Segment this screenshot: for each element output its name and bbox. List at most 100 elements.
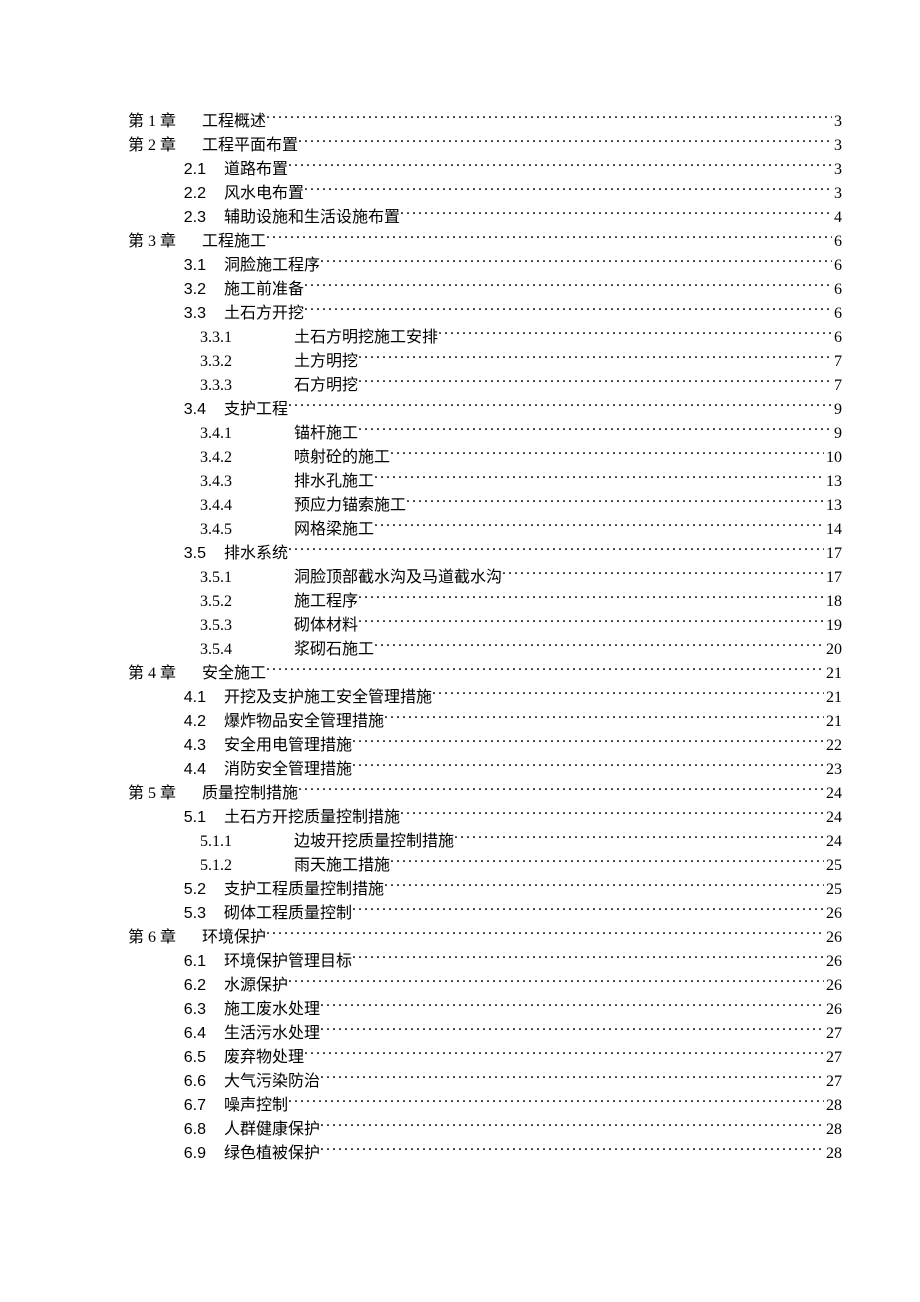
toc-entry-title: 土石方开挖质量控制措施 <box>224 806 400 830</box>
toc-leader-dots <box>358 350 832 366</box>
toc-leader-dots <box>502 566 824 582</box>
toc-entry-title: 预应力锚索施工 <box>294 494 406 518</box>
toc-entry-label: 2.1道路布置 <box>168 158 288 182</box>
toc-entry-label: 3.3.2土方明挖 <box>200 350 358 374</box>
toc-entry-page: 27 <box>824 1046 842 1070</box>
toc-entry: 第 1 章工程概述 3 <box>78 110 842 134</box>
toc-entry-label: 3.5排水系统 <box>168 542 288 566</box>
toc-entry-page: 26 <box>824 902 842 926</box>
toc-entry-title: 工程平面布置 <box>202 134 298 158</box>
toc-leader-dots <box>304 302 832 318</box>
toc-entry-number: 3.1 <box>168 254 224 278</box>
toc-leader-dots <box>304 1046 824 1062</box>
toc-entry-number: 3.3.2 <box>200 350 294 374</box>
toc-entry-title: 废弃物处理 <box>224 1046 304 1070</box>
toc-leader-dots <box>320 998 824 1014</box>
toc-entry-title: 噪声控制 <box>224 1094 288 1118</box>
toc-leader-dots <box>320 1022 824 1038</box>
toc-entry: 3.5.4浆砌石施工 20 <box>78 638 842 662</box>
toc-entry-page: 13 <box>824 494 842 518</box>
toc-entry-label: 4.4消防安全管理措施 <box>168 758 352 782</box>
toc-entry-number: 第 2 章 <box>128 134 202 158</box>
toc-entry-number: 第 3 章 <box>128 230 202 254</box>
toc-entry-title: 喷射砼的施工 <box>294 446 390 470</box>
toc-entry-number: 3.3 <box>168 302 224 326</box>
toc-entry-number: 5.1 <box>168 806 224 830</box>
toc-entry-label: 3.5.2施工程序 <box>200 590 358 614</box>
toc-entry-number: 2.2 <box>168 182 224 206</box>
toc-entry: 第 2 章工程平面布置 3 <box>78 134 842 158</box>
toc-entry-title: 环境保护管理目标 <box>224 950 352 974</box>
toc-entry-title: 人群健康保护 <box>224 1118 320 1142</box>
toc-leader-dots <box>384 878 824 894</box>
toc-entry-number: 3.3.3 <box>200 374 294 398</box>
toc-entry-page: 6 <box>832 278 842 302</box>
toc-entry-title: 施工废水处理 <box>224 998 320 1022</box>
toc-entry-title: 支护工程 <box>224 398 288 422</box>
toc-entry: 5.1.2雨天施工措施 25 <box>78 854 842 878</box>
toc-entry-number: 第 1 章 <box>128 110 202 134</box>
toc-entry: 6.3施工废水处理 26 <box>78 998 842 1022</box>
toc-entry: 4.3安全用电管理措施 22 <box>78 734 842 758</box>
toc-entry: 3.1洞脸施工程序 6 <box>78 254 842 278</box>
toc-entry-page: 9 <box>832 398 842 422</box>
toc-entry: 3.5.1洞脸顶部截水沟及马道截水沟 17 <box>78 566 842 590</box>
toc-entry-page: 17 <box>824 566 842 590</box>
toc-entry-label: 5.3砌体工程质量控制 <box>168 902 352 926</box>
toc-leader-dots <box>390 854 824 870</box>
toc-entry-title: 施工前准备 <box>224 278 304 302</box>
toc-entry-label: 6.3施工废水处理 <box>168 998 320 1022</box>
toc-entry: 2.3辅助设施和生活设施布置 4 <box>78 206 842 230</box>
toc-entry-title: 辅助设施和生活设施布置 <box>224 206 400 230</box>
toc-leader-dots <box>406 494 824 510</box>
toc-entry-label: 6.9绿色植被保护 <box>168 1142 320 1166</box>
toc-entry-page: 24 <box>824 806 842 830</box>
toc-entry: 3.5排水系统 17 <box>78 542 842 566</box>
toc-leader-dots <box>352 902 824 918</box>
toc-entry: 3.4.5网格梁施工 14 <box>78 518 842 542</box>
toc-leader-dots <box>400 206 832 222</box>
toc-entry-number: 5.1.2 <box>200 854 294 878</box>
toc-leader-dots <box>432 686 824 702</box>
toc-entry: 2.1道路布置 3 <box>78 158 842 182</box>
toc-entry-number: 3.4 <box>168 398 224 422</box>
toc-entry: 3.4支护工程 9 <box>78 398 842 422</box>
toc-entry-number: 3.4.4 <box>200 494 294 518</box>
toc-entry-page: 22 <box>824 734 842 758</box>
toc-entry-title: 施工程序 <box>294 590 358 614</box>
toc-entry-label: 6.6大气污染防治 <box>168 1070 320 1094</box>
toc-entry: 6.7噪声控制 28 <box>78 1094 842 1118</box>
toc-entry-number: 4.3 <box>168 734 224 758</box>
toc-entry-number: 6.5 <box>168 1046 224 1070</box>
toc-entry: 2.2风水电布置 3 <box>78 182 842 206</box>
toc-entry-page: 24 <box>824 782 842 806</box>
toc-leader-dots <box>266 662 824 678</box>
toc-entry-title: 安全用电管理措施 <box>224 734 352 758</box>
toc-entry-title: 开挖及支护施工安全管理措施 <box>224 686 432 710</box>
toc-entry-number: 6.8 <box>168 1118 224 1142</box>
toc-entry: 6.5废弃物处理 27 <box>78 1046 842 1070</box>
toc-entry-label: 3.3.1土石方明挖施工安排 <box>200 326 438 350</box>
toc-entry-title: 雨天施工措施 <box>294 854 390 878</box>
toc-entry: 6.1环境保护管理目标 26 <box>78 950 842 974</box>
toc-entry-title: 绿色植被保护 <box>224 1142 320 1166</box>
toc-entry-number: 5.2 <box>168 878 224 902</box>
toc-entry-title: 生活污水处理 <box>224 1022 320 1046</box>
toc-entry-number: 6.2 <box>168 974 224 998</box>
toc-entry-title: 土石方明挖施工安排 <box>294 326 438 350</box>
toc-leader-dots <box>320 254 832 270</box>
toc-leader-dots <box>288 542 824 558</box>
toc-entry-title: 爆炸物品安全管理措施 <box>224 710 384 734</box>
toc-entry-page: 4 <box>832 206 842 230</box>
toc-entry-label: 2.3辅助设施和生活设施布置 <box>168 206 400 230</box>
toc-entry-number: 第 6 章 <box>128 926 202 950</box>
toc-entry-title: 砌体材料 <box>294 614 358 638</box>
toc-entry-title: 工程概述 <box>202 110 266 134</box>
toc-entry: 3.4.4预应力锚索施工 13 <box>78 494 842 518</box>
toc-entry-page: 3 <box>832 134 842 158</box>
toc-leader-dots <box>352 734 824 750</box>
toc-entry-number: 第 4 章 <box>128 662 202 686</box>
toc-entry-number: 3.2 <box>168 278 224 302</box>
toc-entry-page: 14 <box>824 518 842 542</box>
toc-entry-page: 26 <box>824 974 842 998</box>
